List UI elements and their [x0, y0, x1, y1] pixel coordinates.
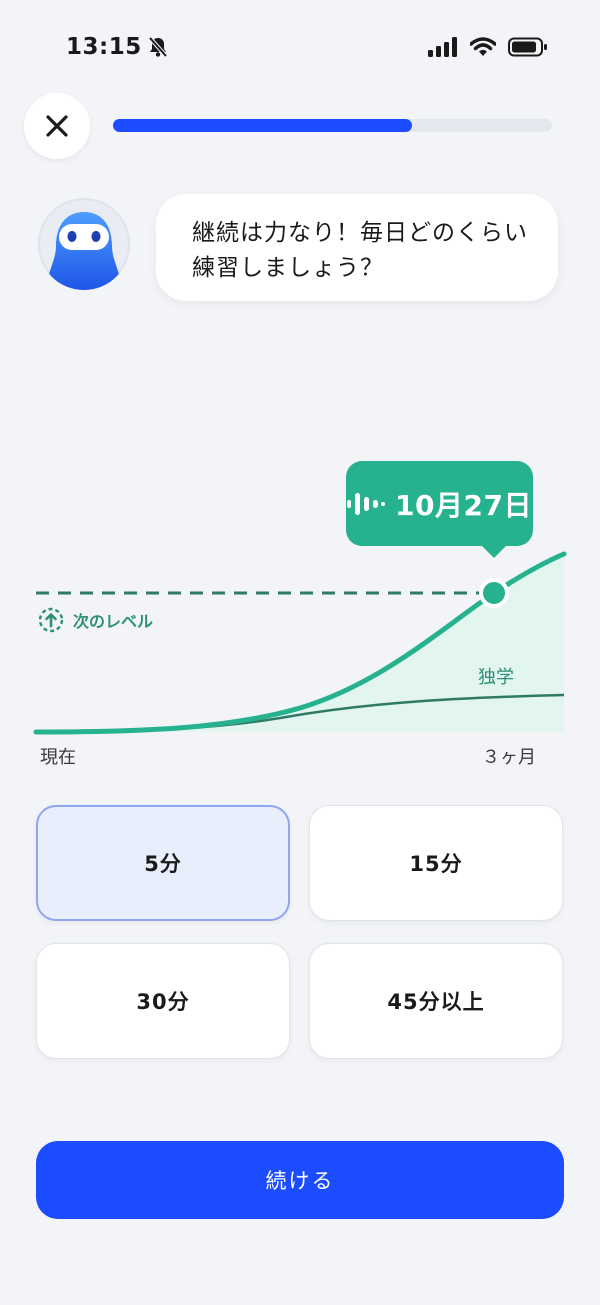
progress-fill — [113, 119, 412, 132]
level-up-icon — [38, 607, 64, 633]
option-label: 5分 — [144, 852, 182, 876]
assistant-message: 継続は力なり！毎日どのくらい練習しましょう？ — [192, 220, 528, 281]
target-point — [479, 578, 509, 608]
continue-label: 続ける — [265, 1169, 335, 1193]
assistant-avatar — [38, 198, 130, 290]
option-label: 15分 — [409, 852, 463, 876]
x-axis-end-label: ３ヶ月 — [482, 747, 536, 768]
next-level-text: 次のレベル — [73, 612, 154, 631]
onboarding-progress-bar — [113, 119, 552, 132]
close-icon — [46, 115, 68, 137]
battery-icon — [508, 37, 547, 57]
target-date-callout: 10月27日 — [346, 461, 533, 546]
option-label: 30分 — [136, 990, 190, 1014]
close-button[interactable] — [24, 93, 90, 159]
option-45-min-plus[interactable]: 45分以上 — [309, 943, 563, 1059]
option-label: 45分以上 — [387, 990, 485, 1014]
option-30-min[interactable]: 30分 — [36, 943, 290, 1059]
bell-muted-icon — [148, 36, 168, 58]
assistant-speech-bubble: 継続は力なり！毎日どのくらい練習しましょう？ — [156, 194, 558, 301]
continue-button[interactable]: 続ける — [36, 1141, 564, 1219]
option-15-min[interactable]: 15分 — [309, 805, 563, 921]
target-date-label: 10月27日 — [395, 488, 532, 522]
main-curve-area — [36, 554, 564, 732]
x-axis-start-label: 現在 — [40, 747, 76, 768]
option-5-min[interactable]: 5分 — [36, 805, 290, 921]
sound-wave-icon — [347, 492, 386, 515]
status-icons — [428, 37, 548, 57]
time-group: 13:15 — [66, 34, 168, 60]
robot-mascot-icon — [46, 212, 122, 290]
self-study-series-label: 独学 — [478, 667, 514, 688]
status-time: 13:15 — [66, 34, 142, 60]
wifi-icon — [470, 37, 496, 56]
callout-tail — [480, 544, 508, 558]
next-level-label: 次のレベル — [38, 607, 153, 633]
status-bar: 13:15 — [0, 0, 600, 96]
cellular-signal-icon — [428, 37, 457, 57]
